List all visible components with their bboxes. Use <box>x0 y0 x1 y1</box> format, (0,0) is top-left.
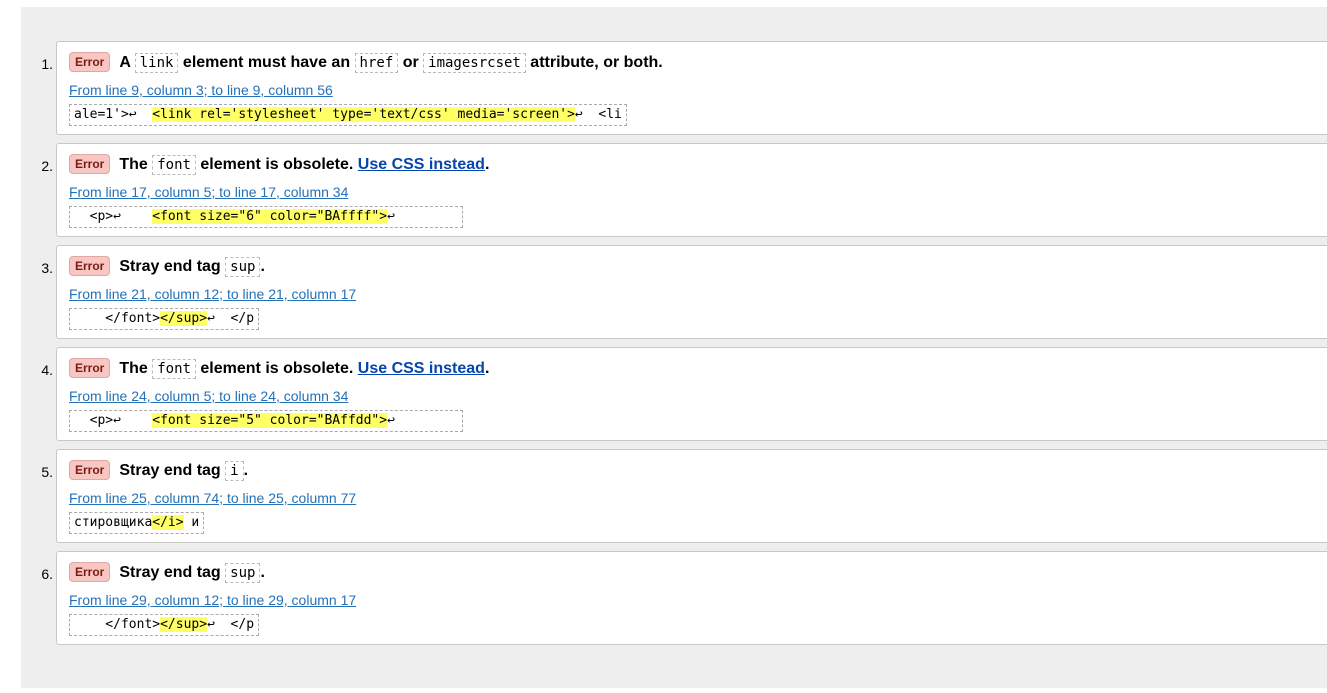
text-segment: . <box>484 360 490 377</box>
extract-after: ↩ </p <box>207 617 255 632</box>
text-segment: element is obsolete. <box>195 156 358 173</box>
source-extract: <p>↩ <font size="6" color="BAffff">↩ <box>69 206 463 228</box>
extract-highlight: <link rel='stylesheet' type='text/css' m… <box>152 107 575 122</box>
message-list: 1. Error A link element must have an href… <box>21 41 1327 653</box>
location-link[interactable]: From line 21, column 12; to line 21, col… <box>69 286 356 302</box>
message-number: 1. <box>41 56 53 72</box>
text-segment: element is obsolete. <box>195 360 358 377</box>
extract-highlight: </sup> <box>160 617 208 632</box>
error-badge: Error <box>69 52 111 72</box>
code-font: font <box>152 155 196 175</box>
location-link[interactable]: From line 9, column 3; to line 9, column… <box>69 82 333 98</box>
extract-after: ↩ <box>387 413 458 428</box>
text-segment: or <box>398 54 424 71</box>
error-badge: Error <box>69 256 111 276</box>
message-text: Error Stray end tag sup. <box>69 562 265 584</box>
text-segment: element must have an <box>178 54 355 71</box>
text-segment: attribute, or both. <box>525 54 663 71</box>
code-imagesrcset: imagesrcset <box>423 53 526 73</box>
extract-after: и <box>183 515 200 530</box>
error-badge: Error <box>69 562 111 582</box>
message-number: 4. <box>41 362 53 378</box>
extract-after: ↩ <li <box>574 107 622 122</box>
code-sup: sup <box>225 563 261 583</box>
code-link: link <box>134 53 179 73</box>
error-badge: Error <box>69 460 111 480</box>
text-segment: . <box>260 564 265 581</box>
source-extract: <p>↩ <font size="5" color="BAffdd">↩ <box>69 410 463 432</box>
message-text: Error The font element is obsolete. Use C… <box>69 358 489 380</box>
error-message-1: 1. Error A link element must have an href… <box>41 41 1327 135</box>
message-number: 2. <box>41 158 53 174</box>
extract-highlight: </sup> <box>160 311 208 326</box>
extract-after: ↩ </p <box>207 311 255 326</box>
error-message-5: 5. Error Stray end tag i. From line 25, c… <box>41 449 1327 543</box>
location-link[interactable]: From line 25, column 74; to line 25, col… <box>69 490 356 506</box>
error-badge: Error <box>69 358 111 378</box>
code-href: href <box>354 53 399 73</box>
extract-before: </font> <box>74 617 161 632</box>
extract-highlight: </i> <box>152 515 184 530</box>
message-number: 5. <box>41 464 53 480</box>
message-text: Error Stray end tag i. <box>69 460 248 482</box>
code-i: i <box>225 461 244 481</box>
source-extract: </font></sup>↩ </p <box>69 308 260 330</box>
extract-before: <p>↩ <box>74 209 153 224</box>
text-segment: The <box>119 156 153 173</box>
message-text: Error The font element is obsolete. Use C… <box>69 154 489 176</box>
text-segment: . <box>243 462 249 479</box>
extract-before: стировщика <box>74 515 153 530</box>
extract-highlight: <font size="5" color="BAffdd"> <box>152 413 388 428</box>
source-extract: ale=1'>↩ <link rel='stylesheet' type='te… <box>69 104 627 126</box>
code-sup: sup <box>225 257 261 277</box>
location-link[interactable]: From line 24, column 5; to line 24, colu… <box>69 388 348 404</box>
message-text: Error Stray end tag sup. <box>69 256 265 278</box>
text-segment: . <box>260 258 265 275</box>
message-text: Error A link element must have an href or… <box>69 52 663 74</box>
use-css-link[interactable]: Use CSS instead <box>358 156 485 173</box>
message-number: 3. <box>41 260 53 276</box>
text-segment: Stray end tag <box>119 564 226 581</box>
extract-after: ↩ <box>387 209 458 224</box>
text-segment: . <box>484 156 490 173</box>
results-panel: 1. Error A link element must have an href… <box>21 7 1327 688</box>
extract-highlight: <font size="6" color="BAffff"> <box>152 209 388 224</box>
text-segment: A <box>119 54 135 71</box>
extract-before: </font> <box>74 311 161 326</box>
text-segment: The <box>119 360 153 377</box>
source-extract: </font></sup>↩ </p <box>69 614 260 636</box>
error-message-6: 6. Error Stray end tag sup. From line 29,… <box>41 551 1327 645</box>
source-extract: стировщика</i> и <box>69 512 205 534</box>
text-segment: Stray end tag <box>119 258 226 275</box>
location-link[interactable]: From line 17, column 5; to line 17, colu… <box>69 184 348 200</box>
extract-before: ale=1'>↩ <box>74 107 153 122</box>
use-css-link[interactable]: Use CSS instead <box>358 360 485 377</box>
error-message-3: 3. Error Stray end tag sup. From line 21,… <box>41 245 1327 339</box>
error-message-2: 2. Error The font element is obsolete. Us… <box>41 143 1327 237</box>
location-link[interactable]: From line 29, column 12; to line 29, col… <box>69 592 356 608</box>
message-number: 6. <box>41 566 53 582</box>
code-font: font <box>152 359 196 379</box>
error-badge: Error <box>69 154 111 174</box>
extract-before: <p>↩ <box>74 413 153 428</box>
error-message-4: 4. Error The font element is obsolete. Us… <box>41 347 1327 441</box>
text-segment: Stray end tag <box>119 462 226 479</box>
